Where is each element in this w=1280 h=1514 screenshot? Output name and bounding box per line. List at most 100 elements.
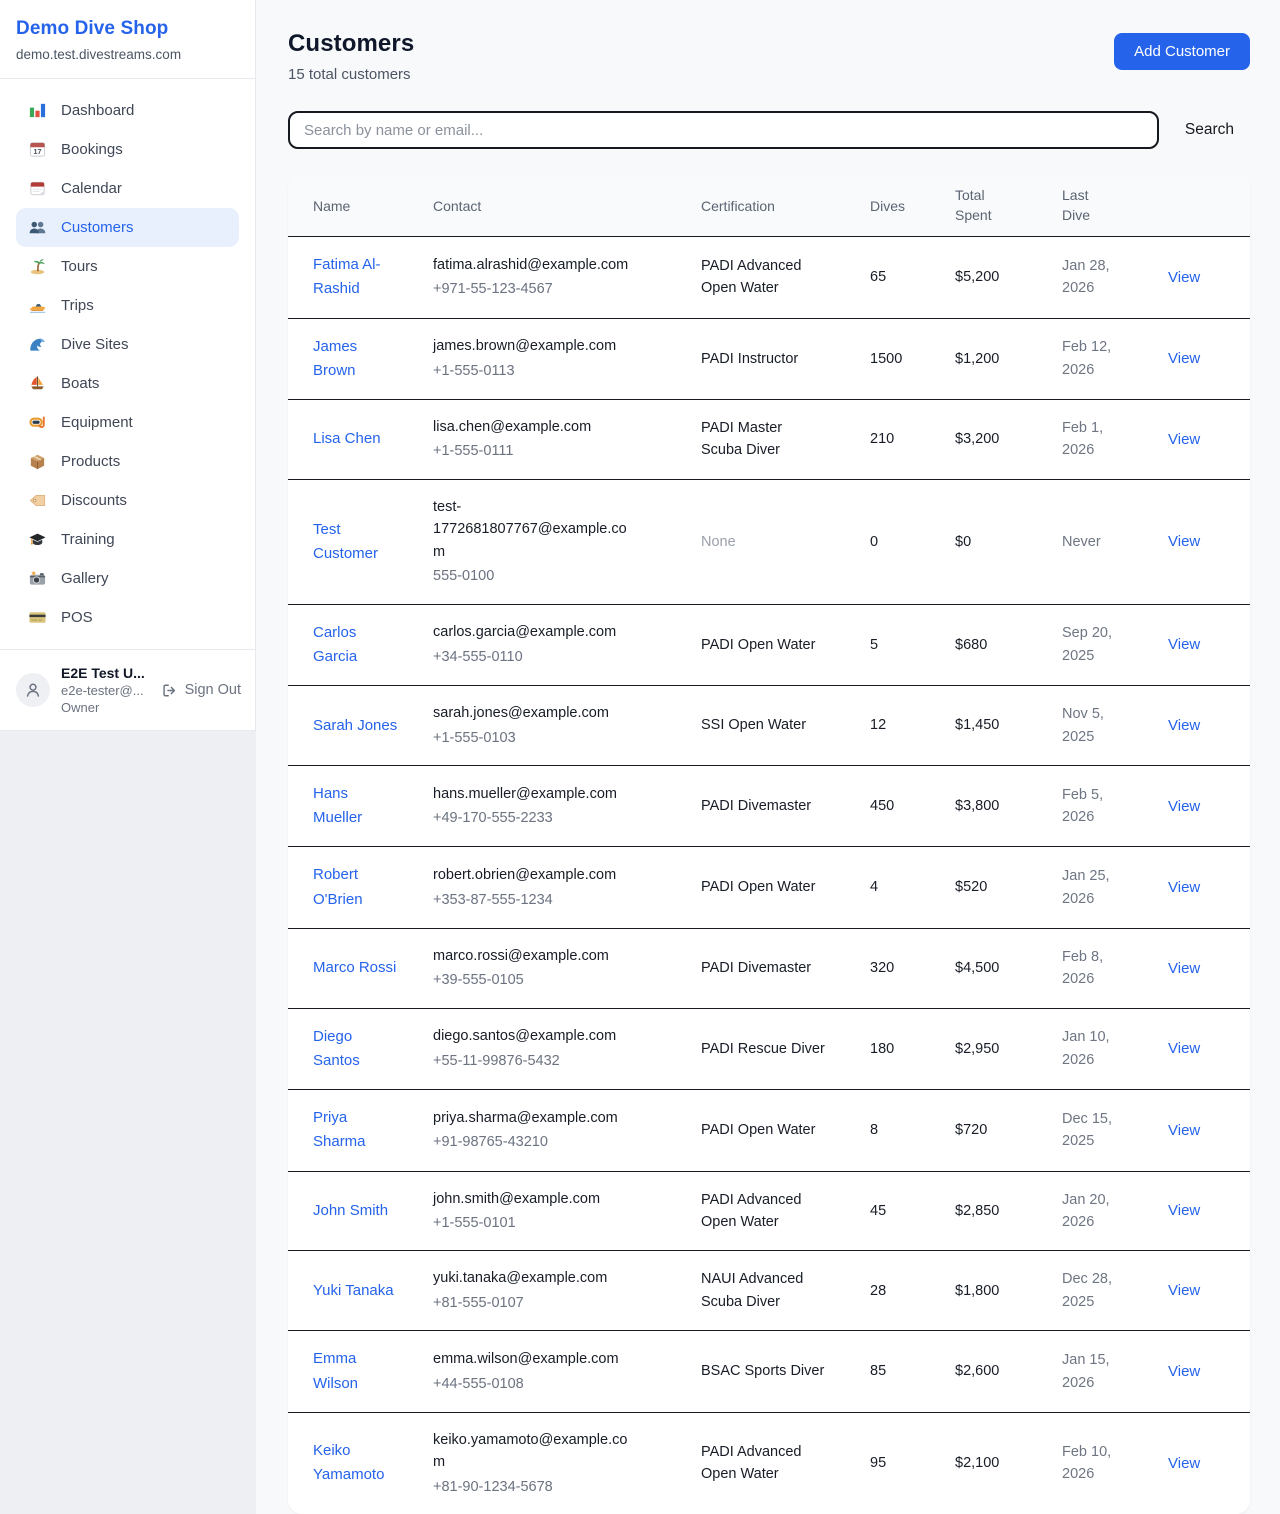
sidebar-item-discounts[interactable]: Discounts: [16, 481, 239, 520]
avatar: [16, 673, 50, 707]
view-customer-link[interactable]: View: [1168, 533, 1200, 550]
sidebar-item-training[interactable]: Training: [16, 520, 239, 559]
customer-phone: +1-555-0113: [433, 360, 638, 382]
search-input[interactable]: [288, 111, 1159, 149]
sidebar-item-label: Bookings: [61, 141, 123, 158]
customer-name-link[interactable]: Priya Sharma: [313, 1109, 366, 1150]
view-customer-link[interactable]: View: [1168, 960, 1200, 977]
sidebar-item-label: Dashboard: [61, 102, 134, 119]
sidebar-item-boats[interactable]: Boats: [16, 364, 239, 403]
customer-name-link[interactable]: Robert O'Brien: [313, 866, 363, 907]
sidebar-item-trips[interactable]: Trips: [16, 286, 239, 325]
customer-name-link[interactable]: Fatima Al-Rashid: [313, 256, 381, 297]
customer-last-dive: Dec 15, 2025: [1062, 1111, 1112, 1149]
customer-name-link[interactable]: Hans Mueller: [313, 785, 362, 826]
view-customer-link[interactable]: View: [1168, 431, 1200, 448]
sidebar-item-gallery[interactable]: Gallery: [16, 559, 239, 598]
view-customer-link[interactable]: View: [1168, 717, 1200, 734]
customer-certification: PADI Master Scuba Diver: [701, 420, 782, 458]
customer-name-link[interactable]: Diego Santos: [313, 1028, 360, 1069]
customer-certification: PADI Advanced Open Water: [701, 1192, 802, 1230]
sidebar-item-equipment[interactable]: Equipment: [16, 403, 239, 442]
sign-out-button[interactable]: Sign Out: [161, 682, 241, 699]
view-customer-link[interactable]: View: [1168, 269, 1200, 286]
sidebar-item-label: Discounts: [61, 492, 127, 509]
customer-total-spent: $4,500: [955, 960, 999, 976]
sidebar-item-customers[interactable]: Customers: [16, 208, 239, 247]
customer-last-dive: Jan 15, 2026: [1062, 1352, 1110, 1390]
customer-name-link[interactable]: Test Customer: [313, 521, 378, 562]
customer-name-link[interactable]: Marco Rossi: [313, 959, 396, 976]
add-customer-button[interactable]: Add Customer: [1114, 33, 1250, 70]
user-section: E2E Test U... e2e-tester@... Owner Sign …: [0, 649, 255, 730]
sidebar-item-products[interactable]: Products: [16, 442, 239, 481]
sidebar-item-label: Calendar: [61, 180, 122, 197]
table-row: Emma Wilsonemma.wilson@example.com+44-55…: [288, 1331, 1250, 1412]
view-customer-link[interactable]: View: [1168, 636, 1200, 653]
page-header: Customers 15 total customers Add Custome…: [288, 30, 1250, 83]
view-customer-link[interactable]: View: [1168, 1122, 1200, 1139]
customer-dives: 1500: [870, 351, 902, 367]
customer-phone: +1-555-0103: [433, 727, 638, 749]
customer-phone: +81-90-1234-5678: [433, 1476, 638, 1498]
view-customer-link[interactable]: View: [1168, 1040, 1200, 1057]
customer-dives: 28: [870, 1283, 886, 1299]
customer-name-link[interactable]: Carlos Garcia: [313, 624, 357, 665]
customer-last-dive: Jan 20, 2026: [1062, 1192, 1110, 1230]
customer-certification: None: [701, 534, 736, 550]
table-row: Carlos Garciacarlos.garcia@example.com+3…: [288, 604, 1250, 685]
customer-name-link[interactable]: Emma Wilson: [313, 1350, 358, 1391]
sidebar-item-pos[interactable]: POS: [16, 598, 239, 637]
view-customer-link[interactable]: View: [1168, 1455, 1200, 1472]
customer-total-spent: $720: [955, 1122, 987, 1138]
sidebar-item-label: Customers: [61, 219, 134, 236]
sidebar-item-label: Dive Sites: [61, 336, 129, 353]
sidebar-item-dive-sites[interactable]: Dive Sites: [16, 325, 239, 364]
view-customer-link[interactable]: View: [1168, 1363, 1200, 1380]
customer-phone: +971-55-123-4567: [433, 278, 638, 300]
customer-last-dive: Jan 25, 2026: [1062, 868, 1110, 906]
customer-name-link[interactable]: James Brown: [313, 338, 357, 379]
customer-email: sarah.jones@example.com: [433, 702, 638, 724]
customer-name-link[interactable]: Lisa Chen: [313, 430, 381, 447]
customers-table-card: Name Contact Certification Dives Total S…: [288, 175, 1250, 1514]
customer-certification: SSI Open Water: [701, 717, 806, 733]
customer-name-link[interactable]: John Smith: [313, 1202, 388, 1219]
table-row: Fatima Al-Rashidfatima.alrashid@example.…: [288, 237, 1250, 318]
customer-name-link[interactable]: Keiko Yamamoto: [313, 1442, 384, 1483]
sidebar: Demo Dive Shop demo.test.divestreams.com…: [0, 0, 256, 1485]
customer-email: john.smith@example.com: [433, 1188, 638, 1210]
view-customer-link[interactable]: View: [1168, 1282, 1200, 1299]
search-button[interactable]: Search: [1185, 121, 1234, 139]
customer-certification: NAUI Advanced Scuba Diver: [701, 1271, 803, 1309]
customer-name-link[interactable]: Yuki Tanaka: [313, 1282, 394, 1299]
customer-email: hans.mueller@example.com: [433, 783, 638, 805]
customer-last-dive: Sep 20, 2025: [1062, 625, 1112, 663]
customer-dives: 4: [870, 879, 878, 895]
customer-total-spent: $2,850: [955, 1203, 999, 1219]
sailboat-icon: [28, 374, 47, 393]
customer-last-dive: Jan 10, 2026: [1062, 1029, 1110, 1067]
customer-name-link[interactable]: Sarah Jones: [313, 717, 397, 734]
column-header-dives: Dives: [870, 175, 955, 237]
view-customer-link[interactable]: View: [1168, 350, 1200, 367]
customer-last-dive: Feb 12, 2026: [1062, 339, 1111, 377]
sidebar-item-bookings[interactable]: 17 Bookings: [16, 130, 239, 169]
customer-certification: BSAC Sports Diver: [701, 1363, 824, 1379]
customer-last-dive: Nov 5, 2025: [1062, 706, 1104, 744]
customer-certification: PADI Advanced Open Water: [701, 1444, 802, 1482]
sidebar-item-tours[interactable]: Tours: [16, 247, 239, 286]
sidebar-item-calendar[interactable]: Calendar: [16, 169, 239, 208]
view-customer-link[interactable]: View: [1168, 879, 1200, 896]
customers-table: Name Contact Certification Dives Total S…: [288, 175, 1250, 1514]
dive-mask-icon: [28, 413, 47, 432]
customer-phone: +55-11-99876-5432: [433, 1050, 638, 1072]
sign-out-label: Sign Out: [185, 682, 241, 698]
calendar-icon: [28, 179, 47, 198]
view-customer-link[interactable]: View: [1168, 1202, 1200, 1219]
sidebar-item-dashboard[interactable]: Dashboard: [16, 91, 239, 130]
view-customer-link[interactable]: View: [1168, 798, 1200, 815]
customer-certification: PADI Rescue Diver: [701, 1041, 825, 1057]
bookings-calendar-icon: 17: [28, 140, 47, 159]
customer-last-dive: Never: [1062, 534, 1101, 550]
